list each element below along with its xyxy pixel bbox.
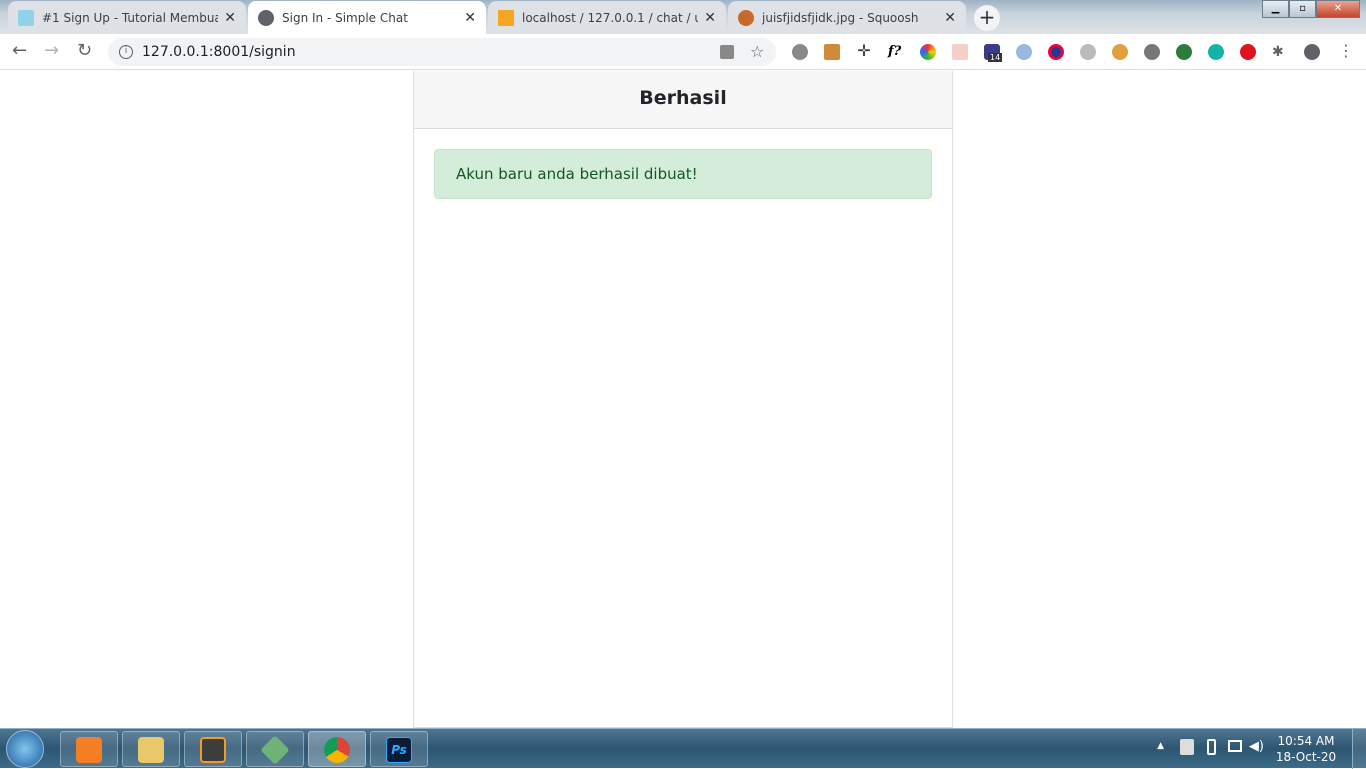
move-extension-icon[interactable]: ✛ xyxy=(856,43,872,60)
close-window-button[interactable]: ✕ xyxy=(1316,0,1360,18)
sublime-icon xyxy=(200,737,226,763)
minimize-button[interactable]: ▁ xyxy=(1262,0,1289,18)
tab-title: #1 Sign Up - Tutorial Membuat C xyxy=(42,10,219,25)
taskbar-sublime[interactable] xyxy=(184,731,242,767)
tab-sign-up-tutorial[interactable]: #1 Sign Up - Tutorial Membuat C ✕ xyxy=(8,1,246,34)
window-controls: ▁ ▫ ✕ xyxy=(1262,0,1360,18)
new-tab-button[interactable]: + xyxy=(974,5,1000,31)
extension-icon[interactable] xyxy=(1048,44,1064,60)
clock[interactable]: 10:54 AM 18-Oct-20 xyxy=(1274,733,1338,765)
tab-sign-in-simple-chat[interactable]: Sign In - Simple Chat ✕ xyxy=(248,1,486,34)
hammer-extension-icon[interactable] xyxy=(824,44,840,60)
adblock-extension-icon[interactable] xyxy=(1240,44,1256,60)
xampp-icon xyxy=(76,737,102,763)
chrome-icon xyxy=(324,737,350,763)
address-bar[interactable]: i 127.0.0.1:8001/signin ☆ xyxy=(108,38,776,66)
clock-time: 10:54 AM xyxy=(1277,734,1335,748)
globe-extension-icon[interactable] xyxy=(1080,44,1096,60)
page-content: Berhasil Akun baru anda berhasil dibuat! xyxy=(0,71,1366,728)
cookie-extension-icon[interactable] xyxy=(1112,44,1128,60)
maximize-button[interactable]: ▫ xyxy=(1289,0,1316,18)
tab-title: localhost / 127.0.0.1 / chat / user xyxy=(522,10,699,25)
info-icon[interactable]: i xyxy=(119,45,133,59)
show-hidden-icons-icon[interactable]: ▲ xyxy=(1157,741,1164,751)
tab-squoosh[interactable]: juisfjidsfjidk.jpg - Squoosh ✕ xyxy=(728,1,966,34)
extension-badge: 14 xyxy=(988,53,1003,62)
translate-icon[interactable] xyxy=(720,45,734,59)
network-icon[interactable] xyxy=(1228,740,1242,752)
reload-button[interactable]: ↻ xyxy=(77,40,92,61)
menu-icon[interactable]: ⋮ xyxy=(1338,43,1354,60)
clock-date: 18-Oct-20 xyxy=(1275,750,1337,764)
close-tab-icon[interactable]: ✕ xyxy=(944,10,956,26)
taskbar-app[interactable] xyxy=(246,731,304,767)
globe-icon xyxy=(258,9,274,26)
tab-strip: #1 Sign Up - Tutorial Membuat C ✕ Sign I… xyxy=(0,0,1366,34)
gear-extension-icon[interactable] xyxy=(792,44,808,60)
show-desktop-button[interactable] xyxy=(1352,729,1366,769)
calendar-extension-icon[interactable] xyxy=(952,44,968,60)
forward-button[interactable]: → xyxy=(44,40,59,61)
back-button[interactable]: ← xyxy=(12,40,27,61)
profile-avatar-icon[interactable] xyxy=(1304,44,1320,60)
browser-toolbar: ← → ↻ i 127.0.0.1:8001/signin ☆ xyxy=(0,34,1366,70)
url-text[interactable]: 127.0.0.1:8001/signin xyxy=(142,44,296,60)
photoshop-icon: Ps xyxy=(386,737,412,763)
font-extension-icon[interactable]: f? xyxy=(888,44,904,60)
taskbar: Ps ▲ ◀) 10:54 AM 18-Oct-20 xyxy=(0,728,1366,769)
tab-title: Sign In - Simple Chat xyxy=(282,10,408,25)
tab-title: juisfjidsfjidk.jpg - Squoosh xyxy=(762,10,919,25)
success-alert: Akun baru anda berhasil dibuat! xyxy=(434,149,932,199)
close-tab-icon[interactable]: ✕ xyxy=(704,10,716,26)
action-center-flag-icon[interactable] xyxy=(1180,739,1194,755)
start-button[interactable] xyxy=(6,730,44,768)
phpmyadmin-icon xyxy=(498,9,514,26)
tomato-extension-icon[interactable] xyxy=(1144,44,1160,60)
extension-icon[interactable] xyxy=(1176,44,1192,60)
taskbar-photoshop[interactable]: Ps xyxy=(370,731,428,767)
taskbar-explorer[interactable] xyxy=(122,731,180,767)
color-picker-extension-icon[interactable] xyxy=(920,44,936,60)
battery-icon[interactable] xyxy=(1207,739,1216,755)
book-icon xyxy=(18,9,34,26)
folder-icon xyxy=(138,737,164,763)
close-tab-icon[interactable]: ✕ xyxy=(224,10,236,26)
graduation-extension-icon[interactable]: 14 xyxy=(984,44,1003,62)
success-card: Berhasil Akun baru anda berhasil dibuat! xyxy=(413,71,953,728)
card-title: Berhasil xyxy=(414,71,952,129)
volume-icon[interactable]: ◀) xyxy=(1249,739,1264,754)
app-icon xyxy=(260,735,290,765)
squoosh-icon xyxy=(738,9,754,26)
taskbar-chrome[interactable] xyxy=(308,731,366,767)
extensions-puzzle-icon[interactable]: ✱ xyxy=(1272,44,1288,60)
tab-phpmyadmin[interactable]: localhost / 127.0.0.1 / chat / user ✕ xyxy=(488,1,726,34)
taskbar-xampp[interactable] xyxy=(60,731,118,767)
close-tab-icon[interactable]: ✕ xyxy=(464,10,476,26)
extension-icon[interactable] xyxy=(1016,44,1032,60)
m-extension-icon[interactable] xyxy=(1208,44,1224,60)
bookmark-star-icon[interactable]: ☆ xyxy=(750,38,764,66)
